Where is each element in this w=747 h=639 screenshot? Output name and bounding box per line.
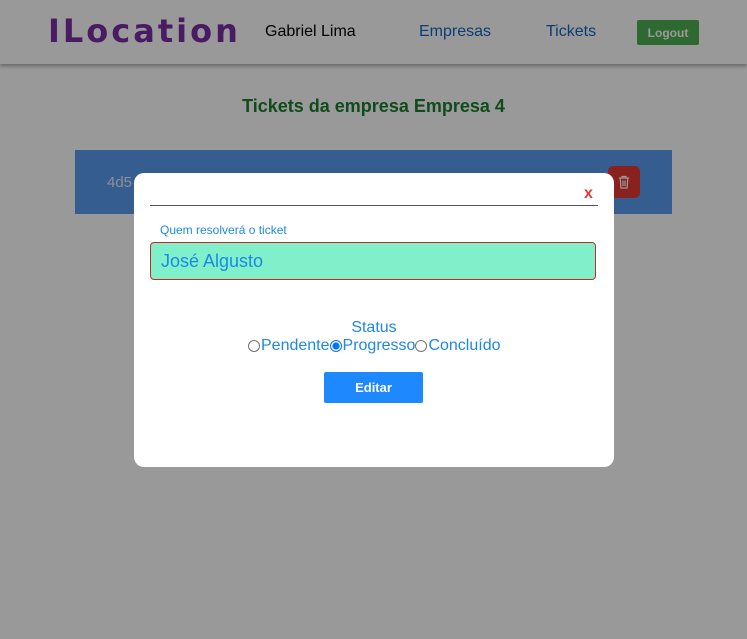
status-radio-pendente[interactable]: [248, 340, 260, 352]
edit-button[interactable]: Editar: [324, 372, 423, 403]
status-option-concluido[interactable]: Concluído: [415, 337, 500, 355]
status-radio-group: Pendente Progresso Concluído: [248, 337, 500, 357]
status-option-label: Progresso: [342, 337, 416, 354]
status-radio-progresso[interactable]: [329, 340, 342, 352]
status-option-pendente[interactable]: Pendente: [248, 337, 330, 355]
status-option-label: Pendente: [261, 337, 330, 354]
close-modal-button[interactable]: x: [584, 185, 593, 203]
status-label: Status: [351, 319, 397, 336]
modal-divider: [150, 205, 598, 206]
status-option-label: Concluído: [428, 337, 501, 354]
resolver-label: Quem resolverá o ticket: [160, 223, 287, 237]
status-radio-concluido[interactable]: [415, 340, 428, 352]
edit-ticket-modal: x Quem resolverá o ticket Status Pendent…: [134, 173, 614, 467]
resolver-input[interactable]: [150, 242, 596, 280]
status-option-progresso[interactable]: Progresso: [329, 337, 416, 355]
